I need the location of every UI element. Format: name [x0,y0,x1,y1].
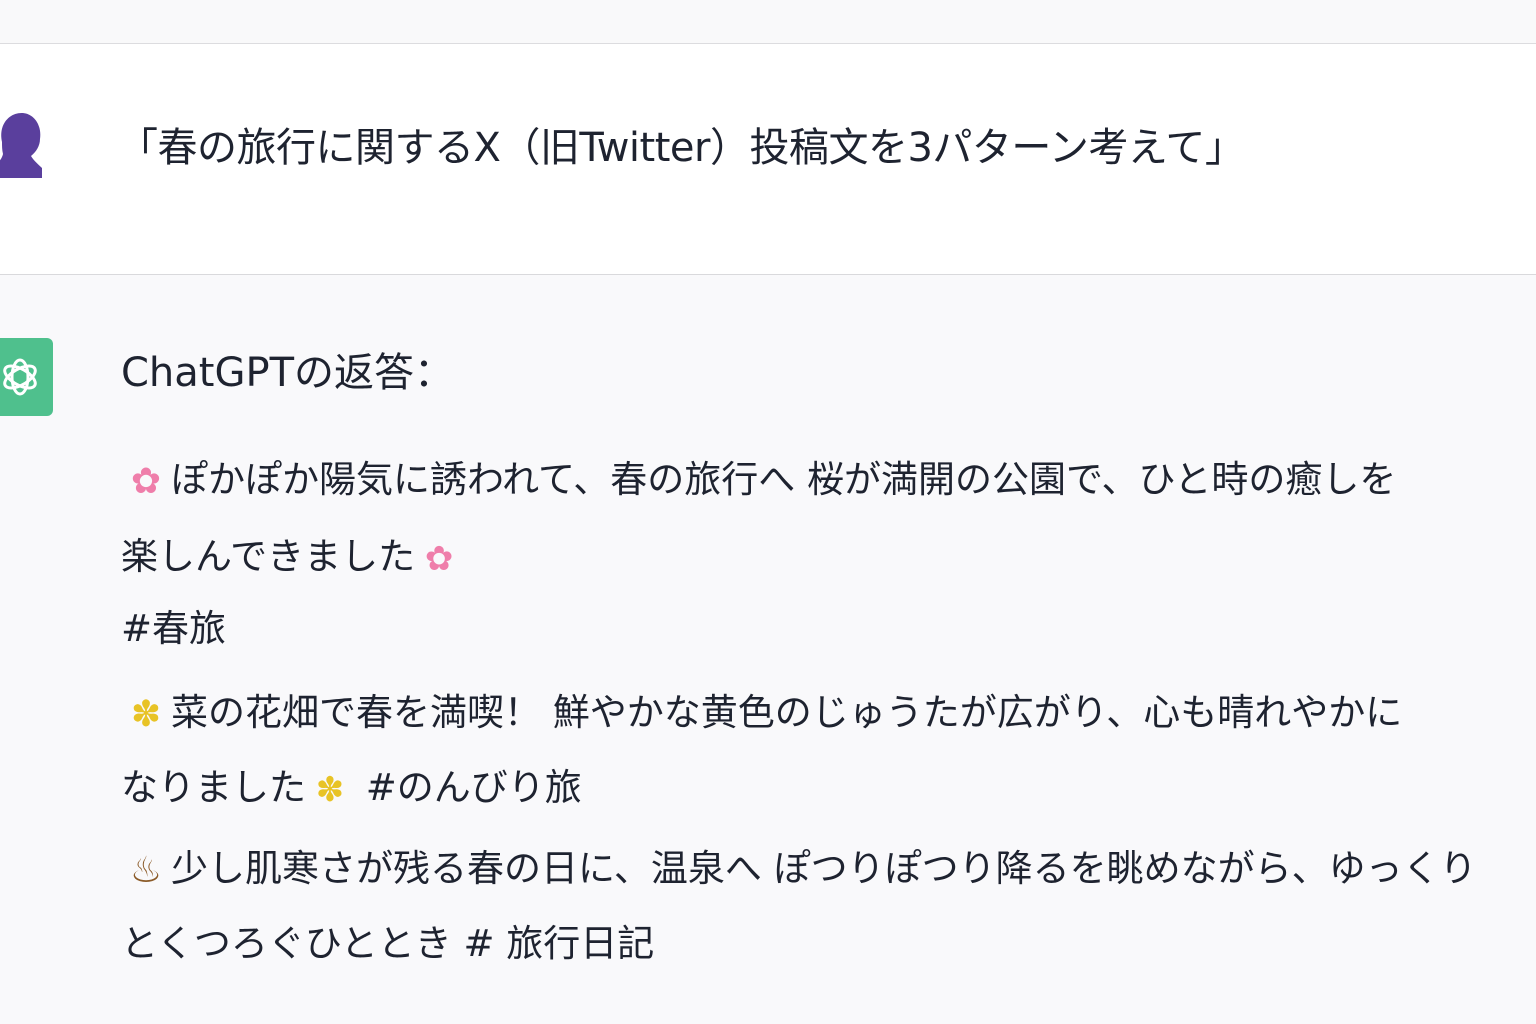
user-message-row: 「春の旅行に関するX（旧Twitter）投稿文を3パターン考えて」 [0,44,1536,275]
response-2-hashtag: #のんびり旅 [354,766,582,809]
response-3-line-1: ♨ 少し肌寒さが残る春の日に、温泉へ ぽつりぽつり降るを眺めながら、ゆっくり [121,844,1477,896]
response-1-line-2: 楽しんできました ✿ [121,532,463,584]
response-2-text-1: 菜の花畑で春を満喫！ 鮮やかな黄色のじゅうたが広がり、心も晴れやかに [171,691,1403,734]
chatgpt-logo-icon [0,338,53,416]
yellow-flower-icon: ✽ [315,769,345,810]
response-3-line-2: とくつろぐひととき # 旅行日記 [121,919,654,969]
response-2-text-2: なりました [121,766,306,809]
yellow-flower-icon: ✽ [130,693,162,735]
cherry-blossom-icon: ✿ [424,538,454,579]
response-1-text-2: 楽しんできました [121,535,416,578]
response-2-line-1: ✽ 菜の花畑で春を満喫！ 鮮やかな黄色のじゅうたが広がり、心も晴れやかに [121,688,1402,740]
response-1-line-1: ✿ ぽかぽか陽気に誘われて、春の旅行へ 桜が満開の公園で、ひと時の癒しを [121,455,1396,507]
cherry-blossom-icon: ✿ [130,460,162,502]
response-3-text-2: とくつろぐひととき # 旅行日記 [121,922,655,965]
response-3-text-1: 少し肌寒さが残る春の日に、温泉へ ぽつりぽつり降るを眺めながら、ゆっくり [171,847,1477,890]
assistant-message-row: ChatGPTの返答： ✿ ぽかぽか陽気に誘われて、春の旅行へ 桜が満開の公園で、… [0,275,1536,1024]
top-bar [0,0,1536,44]
response-1-hashtag: #春旅 [121,607,227,650]
response-1-text-1: ぽかぽか陽気に誘われて、春の旅行へ 桜が満開の公園で、ひと時の癒しを [171,458,1397,501]
user-avatar-icon [0,108,44,178]
hot-spring-bowl-icon: ♨ [129,849,163,891]
response-1-line-3: #春旅 [121,604,226,654]
user-message-text: 「春の旅行に関するX（旧Twitter）投稿文を3パターン考えて」 [118,125,1245,171]
response-2-line-2: なりました ✽ #のんびり旅 [121,763,582,815]
assistant-title: ChatGPTの返答： [121,350,455,396]
